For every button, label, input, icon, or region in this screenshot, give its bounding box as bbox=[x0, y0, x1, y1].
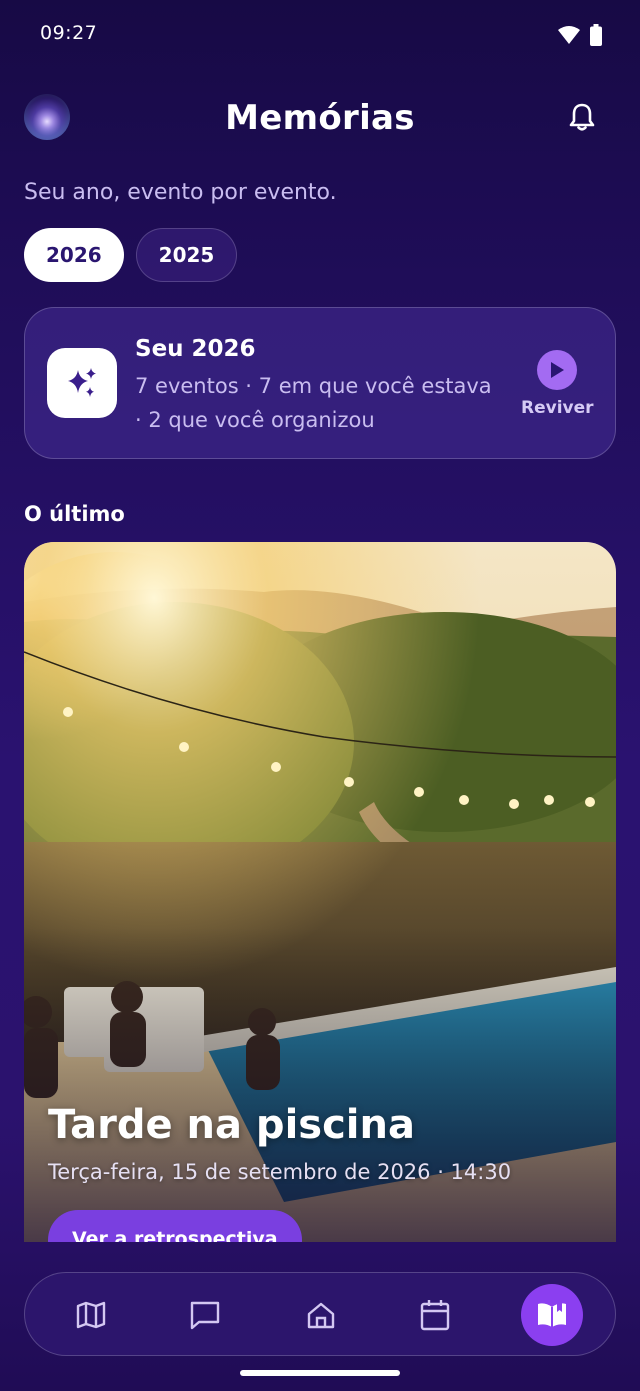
home-indicator bbox=[240, 1370, 400, 1376]
app-header: Memórias bbox=[0, 88, 640, 152]
battery-icon bbox=[590, 24, 602, 46]
event-title: Tarde na piscina bbox=[48, 1102, 415, 1148]
play-icon bbox=[551, 362, 564, 378]
nav-map[interactable] bbox=[69, 1293, 113, 1337]
play-icon-circle bbox=[537, 350, 577, 390]
bell-icon[interactable] bbox=[568, 102, 596, 132]
replay-button[interactable]: Reviver bbox=[521, 350, 594, 418]
map-icon bbox=[76, 1301, 106, 1329]
nav-home[interactable] bbox=[299, 1293, 343, 1337]
sparkles-icon-box bbox=[47, 348, 117, 418]
featured-event-card[interactable]: Tarde na piscina Terça-feira, 15 de sete… bbox=[24, 542, 616, 1242]
summary-stats-line1: 7 eventos · 7 em que você estava bbox=[135, 374, 492, 398]
bottom-nav bbox=[24, 1272, 616, 1356]
section-label-latest: O último bbox=[24, 502, 125, 526]
calendar-icon bbox=[420, 1300, 450, 1331]
status-time: 09:27 bbox=[40, 22, 98, 44]
year-summary-card[interactable]: Seu 2026 7 eventos · 7 em que você estav… bbox=[24, 307, 616, 459]
nav-chat[interactable] bbox=[183, 1293, 227, 1337]
nav-calendar[interactable] bbox=[413, 1293, 457, 1337]
page-title: Memórias bbox=[225, 98, 415, 138]
chat-icon bbox=[190, 1301, 220, 1330]
year-tabs: 2026 2025 bbox=[24, 228, 238, 282]
status-bar: 09:27 bbox=[0, 0, 640, 70]
tab-year-2026[interactable]: 2026 bbox=[24, 228, 124, 282]
home-icon bbox=[307, 1302, 335, 1329]
wifi-icon bbox=[558, 26, 580, 44]
memories-book-icon bbox=[538, 1303, 566, 1327]
view-retrospective-button[interactable]: Ver a retrospectiva bbox=[48, 1210, 302, 1242]
summary-stats-line2: · 2 que você organizou bbox=[135, 408, 375, 432]
page-subtitle: Seu ano, evento por evento. bbox=[24, 180, 337, 205]
event-date: Terça-feira, 15 de setembro de 2026 · 14… bbox=[48, 1160, 512, 1184]
summary-title: Seu 2026 bbox=[135, 336, 256, 362]
replay-label: Reviver bbox=[521, 398, 594, 418]
nav-memories[interactable] bbox=[521, 1284, 583, 1346]
tab-year-2025[interactable]: 2025 bbox=[135, 228, 238, 282]
sparkles-icon bbox=[68, 368, 96, 397]
